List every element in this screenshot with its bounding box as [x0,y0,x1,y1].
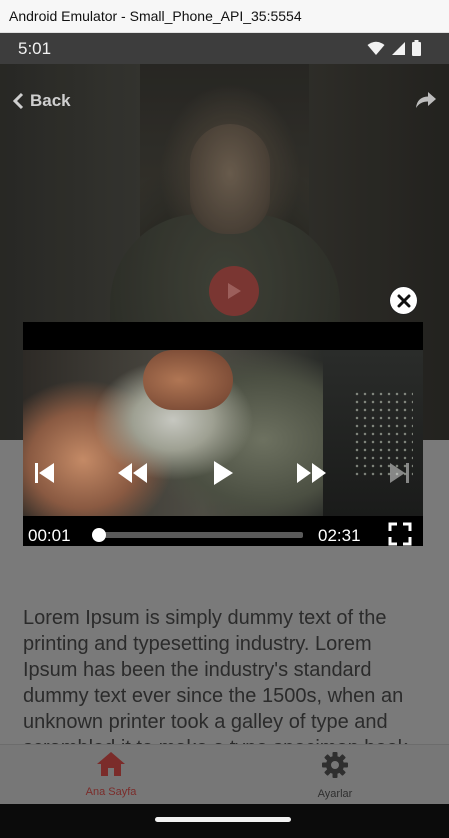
window-titlebar: Android Emulator - Small_Phone_API_35:55… [0,0,449,33]
battery-icon [412,40,421,56]
play-button[interactable] [212,460,234,491]
seek-bar[interactable] [92,528,303,542]
chevron-left-icon [12,92,24,110]
fast-forward-icon [297,463,326,483]
duration-time: 02:31 [318,526,361,545]
bottom-navigation: Ana Sayfa Ayarlar [0,744,449,804]
window-title: Android Emulator - Small_Phone_API_35:55… [9,8,302,24]
phone-screen: 5:01 Back Lorem Ipsum is simply dummy te… [0,33,449,838]
close-video-button[interactable] [390,287,417,314]
play-icon [228,283,241,299]
home-gesture-pill[interactable] [155,817,291,822]
current-time: 00:01 [28,526,71,545]
nav-label-home: Ana Sayfa [85,786,137,798]
hero-play-button[interactable] [209,266,259,316]
close-icon [397,294,410,307]
fullscreen-icon [388,522,412,546]
rewind-button[interactable] [117,462,149,489]
back-button[interactable]: Back [12,91,71,111]
wifi-icon [367,41,385,55]
nav-item-settings[interactable]: Ayarlar [275,751,395,800]
fast-forward-button[interactable] [295,462,327,489]
play-icon [214,461,233,485]
signal-icon [392,41,405,55]
emulator-window: Android Emulator - Small_Phone_API_35:55… [0,0,449,838]
status-icons [367,40,421,56]
gear-icon [322,752,348,778]
video-frame [23,350,423,516]
back-label: Back [30,91,71,110]
share-icon [416,92,436,108]
video-player[interactable]: 00:01 02:31 [23,322,423,546]
gesture-bar [0,804,449,838]
fullscreen-button[interactable] [388,522,412,546]
share-button[interactable] [415,91,437,114]
rewind-icon [118,463,147,483]
skip-next-button[interactable] [387,462,411,489]
nav-label-settings: Ayarlar [317,788,353,800]
skip-previous-button[interactable] [33,462,57,489]
status-bar: 5:01 [0,33,449,64]
seek-bar-thumb[interactable] [92,528,107,542]
skip-next-icon [390,463,409,483]
nav-item-home[interactable]: Ana Sayfa [51,751,171,798]
status-time: 5:01 [18,39,52,58]
home-icon [97,752,125,776]
skip-previous-icon [35,463,54,483]
body-text: Lorem Ipsum is simply dummy text of the … [23,607,413,744]
